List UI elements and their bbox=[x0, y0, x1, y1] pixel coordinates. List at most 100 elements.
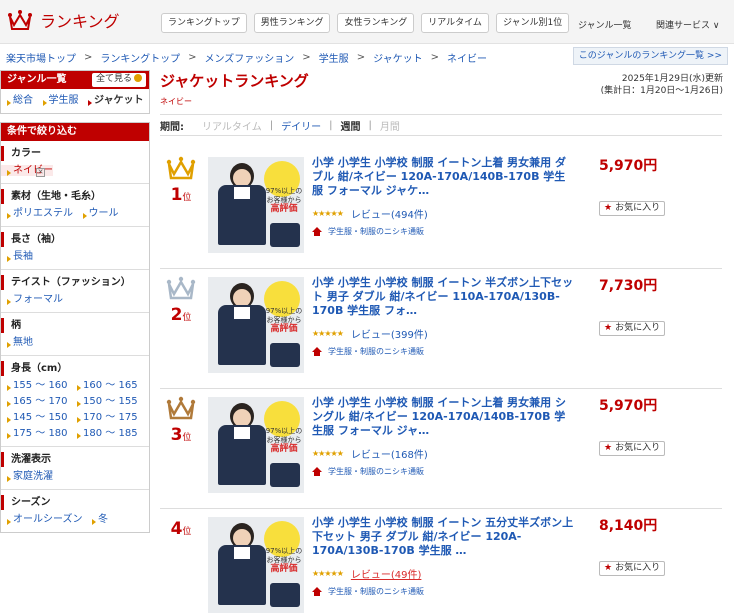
genre-box: ジャンル一覧 全て見る 総合 学生服 ジャケット bbox=[0, 70, 150, 114]
see-all-label: 全て見る bbox=[95, 74, 132, 84]
filter-item[interactable]: 長袖 bbox=[1, 251, 33, 262]
product-title[interactable]: 小学 小学生 小学校 制服 イートン上着 男女兼用 シングル 紺/ネイビー 12… bbox=[312, 396, 576, 438]
rating: ★★★★★ レビュー(49件) bbox=[312, 566, 421, 581]
shop-info: 学生服・制服のニシキ通販 bbox=[312, 586, 424, 597]
nav-tab-realtime[interactable]: リアルタイム bbox=[421, 13, 489, 33]
product-price: 8,140円 bbox=[599, 518, 658, 534]
period-label: 期間: bbox=[160, 121, 184, 133]
collar-shape bbox=[234, 427, 250, 439]
filter-title: 柄 bbox=[1, 318, 149, 333]
product-image[interactable]: 97%以上の お客様から 高評価 bbox=[208, 517, 304, 613]
filter-item[interactable]: 165 ～ 170 bbox=[1, 396, 68, 407]
filter-title: 身長（cm） bbox=[1, 361, 149, 376]
favorite-button[interactable]: ★ お気に入り bbox=[599, 321, 666, 336]
badge-highlight-text: 高評価 bbox=[270, 204, 298, 214]
breadcrumb-mens-fashion[interactable]: メンズファッション bbox=[204, 50, 294, 65]
crown-logo-icon bbox=[8, 10, 32, 30]
see-all-button[interactable]: 全て見る bbox=[91, 73, 146, 87]
star-rating-icon: ★★★★★ bbox=[312, 209, 344, 218]
shop-link[interactable]: 学生服・制服のニシキ通販 bbox=[328, 226, 424, 237]
breadcrumb-separator: > bbox=[188, 52, 197, 63]
period-daily[interactable]: デイリー bbox=[281, 118, 321, 133]
filter-item[interactable]: 160 ～ 165 bbox=[71, 380, 138, 391]
star-icon: ★ bbox=[604, 563, 613, 573]
filter-title: シーズン bbox=[1, 495, 149, 510]
product-image[interactable]: 97%以上の お客様から 高評価 bbox=[208, 277, 304, 373]
filter-item[interactable]: 170 ～ 175 bbox=[71, 412, 138, 423]
folded-jacket bbox=[270, 583, 300, 607]
product-title[interactable]: 小学 小学生 小学校 制服 イートン 五分丈半ズボン上下セット 男子 ダブル 紺… bbox=[312, 516, 576, 558]
genre-list-link[interactable]: ジャンル一覧 bbox=[578, 18, 632, 31]
shop-link[interactable]: 学生服・制服のニシキ通販 bbox=[328, 346, 424, 357]
breadcrumb-rakuten-top[interactable]: 楽天市場トップ bbox=[6, 50, 76, 65]
favorite-label: お気に入り bbox=[615, 563, 661, 573]
period-weekly: 週間 bbox=[340, 121, 361, 133]
breadcrumb-jacket[interactable]: ジャケット bbox=[373, 50, 423, 65]
filter-item[interactable]: 無地 bbox=[1, 337, 33, 348]
filter-item[interactable]: 145 ～ 150 bbox=[1, 412, 68, 423]
breadcrumb-separator: > bbox=[430, 52, 439, 63]
related-services-link[interactable]: 関連サービス ∨ bbox=[656, 18, 719, 31]
period-selector: 期間: リアルタイム | デイリー | 週間 | 月間 bbox=[160, 114, 722, 136]
clear-filter-icon[interactable]: ✕ bbox=[36, 168, 45, 177]
ranking-logo[interactable]: ランキング bbox=[8, 8, 120, 32]
product-image[interactable]: 97%以上の お客様から 高評価 bbox=[208, 157, 304, 253]
breadcrumb-school-uniform[interactable]: 学生服 bbox=[319, 50, 349, 65]
filter-item[interactable]: 冬 bbox=[86, 514, 108, 525]
filter-item[interactable]: ウール bbox=[77, 208, 119, 219]
star-rating-icon: ★★★★★ bbox=[312, 569, 344, 578]
rank-number: 2位 bbox=[166, 305, 196, 325]
nav-tab-genre-first[interactable]: ジャンル別1位 bbox=[495, 13, 570, 33]
filter-section-pattern: 柄 無地 bbox=[1, 312, 149, 355]
product-title[interactable]: 小学 小学生 小学校 制服 イートン上着 男女兼用 ダブル 紺/ネイビー 120… bbox=[312, 156, 576, 198]
filter-item[interactable]: フォーマル bbox=[1, 294, 63, 305]
genre-box-title: ジャンル一覧 bbox=[7, 74, 67, 85]
breadcrumb-navy[interactable]: ネイビー bbox=[447, 50, 487, 65]
product-title[interactable]: 小学 小学生 小学校 制服 イートン 半ズボン上下セット 男子 ダブル 紺/ネイ… bbox=[312, 276, 576, 318]
genre-item-gakuseifuku[interactable]: 学生服 bbox=[37, 95, 79, 106]
product-image[interactable]: 97%以上の お客様から 高評価 bbox=[208, 397, 304, 493]
filter-item-navy[interactable]: ネイビー ✕ bbox=[1, 165, 53, 177]
shop-link[interactable]: 学生服・制服のニシキ通販 bbox=[328, 466, 424, 477]
star-rating-icon: ★★★★★ bbox=[312, 449, 344, 458]
shop-home-icon bbox=[312, 467, 322, 476]
arrow-circle-icon bbox=[134, 74, 142, 82]
filter-item[interactable]: 180 ～ 185 bbox=[71, 428, 138, 439]
shop-home-icon bbox=[312, 227, 322, 236]
review-link[interactable]: レビュー(168件) bbox=[351, 446, 428, 461]
filter-item[interactable]: 175 ～ 180 bbox=[1, 428, 68, 439]
filter-item[interactable]: 家庭洗濯 bbox=[1, 471, 53, 482]
review-link[interactable]: レビュー(494件) bbox=[351, 206, 428, 221]
favorite-button[interactable]: ★ お気に入り bbox=[599, 561, 666, 576]
genre-ranking-list-button[interactable]: このジャンルのランキング一覧 >> bbox=[572, 47, 728, 65]
filter-item[interactable]: ポリエステル bbox=[1, 208, 73, 219]
filter-section-season: シーズン オールシーズン 冬 bbox=[1, 489, 149, 532]
review-link[interactable]: レビュー(399件) bbox=[351, 326, 428, 341]
filter-sections: カラー ネイビー ✕ 素材（生地・毛糸） ポリエステル ウール 長さ（袖） 長袖 … bbox=[1, 141, 149, 532]
genre-item-sogo[interactable]: 総合 bbox=[1, 95, 33, 106]
shop-link[interactable]: 学生服・制服のニシキ通販 bbox=[328, 586, 424, 597]
filter-item[interactable]: オールシーズン bbox=[1, 514, 83, 525]
breadcrumb-ranking-top[interactable]: ランキングトップ bbox=[100, 50, 180, 65]
favorite-button[interactable]: ★ お気に入り bbox=[599, 441, 666, 456]
filter-item[interactable]: 155 ～ 160 bbox=[1, 380, 68, 391]
star-icon: ★ bbox=[604, 203, 613, 213]
update-info: 2025年1月29日(水)更新 (集計日：1月20日～1月26日) bbox=[601, 73, 723, 97]
nav-tab-ranking-top[interactable]: ランキングトップ bbox=[161, 13, 247, 33]
nav-tab-men[interactable]: 男性ランキング bbox=[253, 13, 331, 33]
period-monthly: 月間 bbox=[379, 121, 400, 133]
star-rating-icon: ★★★★★ bbox=[312, 329, 344, 338]
rating: ★★★★★ レビュー(168件) bbox=[312, 446, 428, 461]
crown-rank-icon bbox=[166, 396, 196, 420]
updated-date: 2025年1月29日(水)更新 bbox=[621, 74, 723, 84]
review-link[interactable]: レビュー(49件) bbox=[351, 566, 422, 581]
favorite-button[interactable]: ★ お気に入り bbox=[599, 201, 666, 216]
ranking-item: 1位 97%以上の お客様から 高評価 小学 小学生 小学校 制服 イートン上着 男… bbox=[160, 149, 722, 269]
genre-item-jacket[interactable]: ジャケット bbox=[82, 95, 144, 106]
header: ランキング ランキングトップ 男性ランキング 女性ランキング リアルタイム ジャ… bbox=[0, 0, 734, 44]
filter-section-sleeve: 長さ（袖） 長袖 bbox=[1, 226, 149, 269]
star-icon: ★ bbox=[604, 443, 613, 453]
nav-tab-women[interactable]: 女性ランキング bbox=[337, 13, 415, 33]
badge-highlight-text: 高評価 bbox=[270, 564, 298, 574]
filter-item[interactable]: 150 ～ 155 bbox=[71, 396, 138, 407]
